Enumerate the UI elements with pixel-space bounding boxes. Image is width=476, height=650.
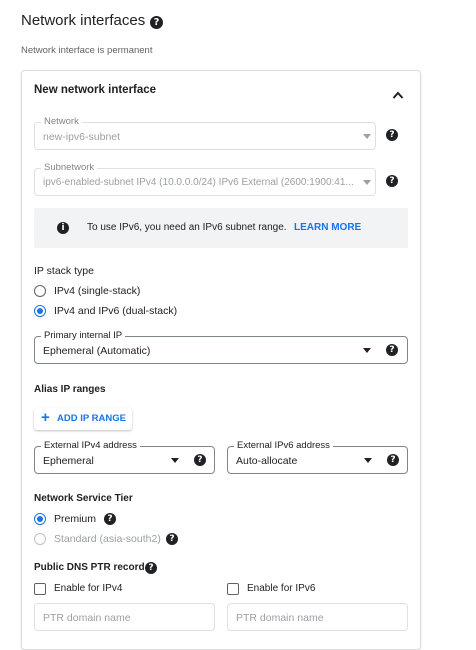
enable-ipv6-label[interactable]: Enable for IPv6	[247, 583, 315, 594]
primary-internal-ip-select[interactable]: Primary internal IP Ephemeral (Automatic…	[34, 330, 408, 364]
subnetwork-select[interactable]: Subnetwork ipv6-enabled-subnet IPv4 (10.…	[34, 162, 376, 196]
info-text: To use IPv6, you need an IPv6 subnet ran…	[87, 222, 287, 233]
external-ipv6-dropdown-icon	[364, 458, 372, 463]
card-title: New network interface	[34, 84, 157, 96]
network-dropdown-icon	[363, 134, 371, 139]
plus-icon: +	[41, 409, 50, 426]
network-value: new-ipv6-subnet	[43, 131, 121, 143]
network-label: Network	[41, 116, 82, 128]
alias-ip-title: Alias IP ranges	[34, 384, 106, 395]
ipv4-single-stack-radio[interactable]	[34, 285, 46, 297]
external-ipv4-label: External IPv4 address	[41, 440, 140, 452]
network-help-icon[interactable]: ?	[386, 129, 398, 141]
dual-stack-label[interactable]: IPv4 and IPv6 (dual-stack)	[54, 305, 177, 317]
permanent-note: Network interface is permanent	[21, 45, 153, 56]
external-ipv4-dropdown-icon	[171, 458, 179, 463]
subnetwork-value: ipv6-enabled-subnet IPv4 (10.0.0.0/24) I…	[43, 177, 354, 188]
external-ipv6-value: Auto-allocate	[236, 455, 298, 467]
standard-help-icon[interactable]: ?	[166, 533, 178, 545]
subnetwork-help-icon[interactable]: ?	[386, 175, 398, 187]
enable-ipv4-label[interactable]: Enable for IPv4	[54, 583, 122, 594]
ipv4-ptr-placeholder: PTR domain name	[43, 612, 131, 624]
ipv6-ptr-placeholder: PTR domain name	[236, 612, 324, 624]
standard-label[interactable]: Standard (asia-south2)	[54, 533, 161, 545]
ptr-help-icon[interactable]: ?	[145, 562, 157, 574]
external-ipv4-value: Ephemeral	[43, 455, 94, 467]
learn-more-link[interactable]: LEARN MORE	[294, 222, 361, 233]
add-ip-range-label: ADD IP RANGE	[57, 413, 126, 424]
chevron-up-icon[interactable]	[392, 87, 404, 99]
enable-ipv4-checkbox[interactable]	[34, 583, 46, 595]
section-title: Network interfaces	[21, 12, 145, 29]
primary-ip-label: Primary internal IP	[41, 330, 126, 342]
subnetwork-label: Subnetwork	[41, 162, 98, 174]
enable-ipv6-checkbox[interactable]	[227, 583, 239, 595]
ip-stack-title: IP stack type	[34, 265, 94, 277]
external-ipv6-select[interactable]: External IPv6 address Auto-allocate ?	[227, 440, 408, 474]
external-ipv4-select[interactable]: External IPv4 address Ephemeral ?	[34, 440, 215, 474]
external-ipv4-help-icon[interactable]: ?	[194, 454, 206, 466]
dual-stack-radio[interactable]	[34, 305, 46, 317]
primary-ip-dropdown-icon	[363, 348, 371, 353]
info-icon: i	[57, 222, 69, 234]
network-select[interactable]: Network new-ipv6-subnet	[34, 116, 376, 150]
service-tier-title: Network Service Tier	[34, 493, 133, 504]
ptr-title: Public DNS PTR record	[34, 562, 145, 573]
ipv4-single-stack-label[interactable]: IPv4 (single-stack)	[54, 285, 140, 297]
premium-radio[interactable]	[34, 513, 46, 525]
premium-help-icon[interactable]: ?	[104, 513, 116, 525]
ipv4-ptr-domain-input[interactable]: PTR domain name	[34, 603, 215, 631]
section-help-icon[interactable]: ?	[150, 16, 163, 29]
premium-label[interactable]: Premium	[54, 513, 96, 525]
external-ipv6-label: External IPv6 address	[234, 440, 333, 452]
section-title-text: Network interfaces	[21, 12, 146, 29]
ipv6-ptr-domain-input[interactable]: PTR domain name	[227, 603, 408, 631]
add-ip-range-button[interactable]: + ADD IP RANGE	[34, 408, 132, 430]
primary-ip-help-icon[interactable]: ?	[386, 344, 398, 356]
external-ipv6-help-icon[interactable]: ?	[387, 454, 399, 466]
primary-ip-value: Ephemeral (Automatic)	[43, 345, 151, 357]
subnetwork-dropdown-icon	[363, 180, 371, 185]
standard-radio[interactable]	[34, 533, 46, 545]
